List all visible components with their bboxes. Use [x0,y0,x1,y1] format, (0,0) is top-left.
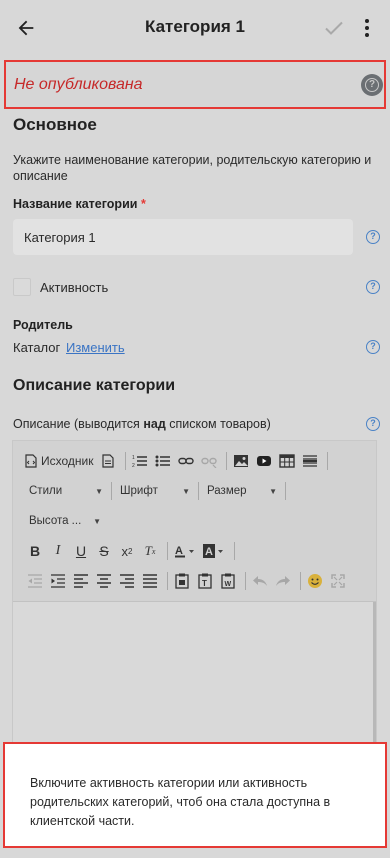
youtube-icon[interactable] [254,451,274,471]
svg-text:A: A [205,546,213,558]
toolbar-row-4: B I U S x2 Tx A A [25,541,239,561]
publish-status-text: Не опубликована [14,76,143,93]
description-label: Описание (выводится над списком товаров) [13,417,271,431]
status-help-icon[interactable]: ? [361,74,383,96]
redo-icon[interactable] [273,571,293,591]
toolbar-separator [300,572,301,590]
templates-icon[interactable] [98,451,118,471]
maximize-icon[interactable] [328,571,348,591]
toolbar-separator [111,482,112,500]
toolbar-separator [234,542,235,560]
paste-icon[interactable] [172,571,192,591]
toolbar-separator [226,452,228,470]
chevron-down-icon: ▼ [95,486,103,496]
underline-icon[interactable]: U [71,541,91,561]
chevron-down-icon: ▼ [269,486,277,496]
toolbar-row-3: Высота ... ▼ [27,511,105,531]
category-name-input[interactable]: Категория 1 [13,219,353,255]
toolbar-row-2: Стили ▼ Шрифт ▼ Размер ▼ [25,481,290,501]
svg-text:1: 1 [132,455,135,461]
toolbar-separator [167,572,168,590]
toolbar-separator [167,542,168,560]
active-help-icon[interactable]: ? [366,280,380,294]
change-parent-link[interactable]: Изменить [66,340,125,355]
publish-status-banner: Не опубликована ? [4,60,386,109]
parent-help-icon[interactable]: ? [366,340,380,354]
italic-icon[interactable]: I [48,541,68,561]
category-name-label: Название категории * [13,197,146,211]
remove-format-icon[interactable]: Tx [140,541,160,561]
toolbar-separator [245,572,246,590]
align-left-icon[interactable] [71,571,91,591]
text-color-icon[interactable]: A [172,541,198,561]
section-title-description: Описание категории [13,377,176,394]
description-help-icon[interactable]: ? [366,417,380,431]
font-dropdown-label: Шрифт [120,485,158,497]
table-icon[interactable] [277,451,297,471]
emoji-icon[interactable] [305,571,325,591]
toolbar-separator [198,482,199,500]
outdent-icon[interactable] [25,571,45,591]
more-vert-icon[interactable] [358,16,376,40]
bold-icon[interactable]: B [25,541,45,561]
required-mark: * [140,197,146,211]
font-dropdown[interactable]: Шрифт ▼ [116,481,194,501]
svg-text:2: 2 [132,463,135,468]
styles-dropdown[interactable]: Стили ▼ [25,481,107,501]
bulleted-list-icon[interactable] [153,451,173,471]
active-checkbox[interactable] [13,278,31,296]
line-height-dropdown-label: Высота ... [29,515,82,527]
toolbar-separator [327,452,329,470]
undo-icon[interactable] [250,571,270,591]
image-icon[interactable] [231,451,251,471]
activity-hint-message: Включите активность категории или активн… [30,776,331,828]
chevron-down-icon: ▼ [182,486,190,496]
toolbar-separator [285,482,286,500]
activity-hint-toast: Включите активность категории или активн… [3,742,387,848]
link-icon[interactable] [176,451,196,471]
chevron-down-icon: ▼ [93,516,101,526]
unlink-icon[interactable] [199,451,219,471]
svg-text:T: T [202,579,207,588]
size-dropdown-label: Размер [207,485,247,497]
editor-scrollbar[interactable] [373,602,376,752]
rich-text-editor: Исходник 12 Стили ▼ Шрифт ▼ Размер ▼ Выс… [12,440,377,752]
active-label: Активность [40,280,109,295]
toolbar-row-5: T W [25,571,351,591]
align-right-icon[interactable] [117,571,137,591]
background-color-icon[interactable]: A [201,541,227,561]
editor-content-area[interactable] [13,601,376,752]
section-description: Укажите наименование категории, родитель… [13,153,372,183]
name-help-icon[interactable]: ? [366,230,380,244]
svg-text:W: W [225,581,232,588]
subscript-icon[interactable]: x2 [117,541,137,561]
toolbar-separator [125,452,127,470]
source-button-label: Исходник [41,454,94,468]
toolbar-row-1: Исходник 12 [23,451,332,471]
save-check-icon[interactable] [322,16,346,40]
parent-label: Родитель [13,318,73,332]
line-height-dropdown[interactable]: Высота ... ▼ [27,511,105,531]
section-title-main: Основное [13,115,97,134]
size-dropdown[interactable]: Размер ▼ [203,481,281,501]
app-bar: Категория 1 [0,0,390,56]
horizontal-line-icon[interactable] [300,451,320,471]
align-center-icon[interactable] [94,571,114,591]
parent-value: Каталог [13,340,61,355]
paste-word-icon[interactable]: W [218,571,238,591]
paste-text-icon[interactable]: T [195,571,215,591]
styles-dropdown-label: Стили [29,485,63,497]
category-name-value: Категория 1 [24,230,96,245]
strikethrough-icon[interactable]: S [94,541,114,561]
svg-text:A: A [175,545,183,557]
numbered-list-icon[interactable]: 12 [130,451,150,471]
source-button[interactable]: Исходник [23,451,95,471]
align-justify-icon[interactable] [140,571,160,591]
indent-icon[interactable] [48,571,68,591]
